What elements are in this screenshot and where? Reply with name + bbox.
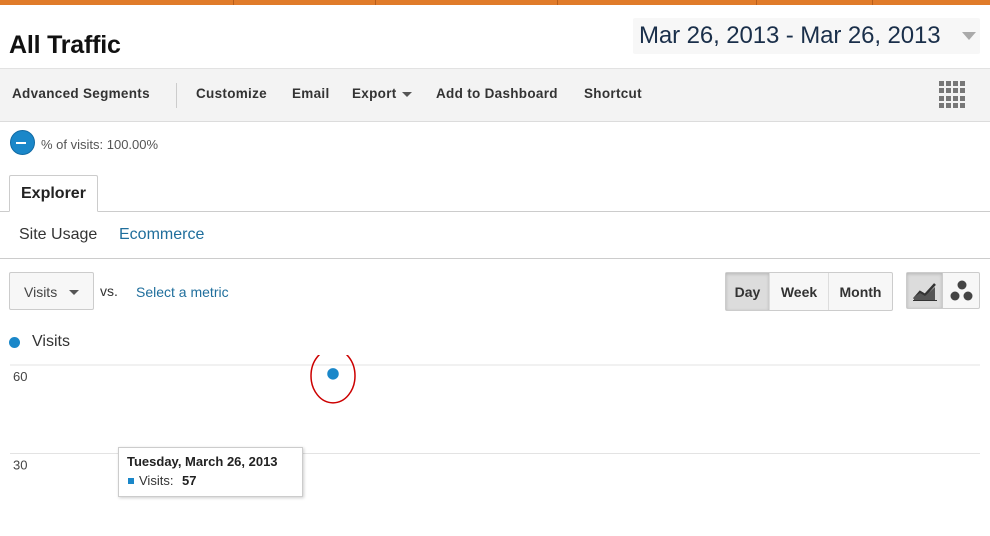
date-range-text: Mar 26, 2013 - Mar 26, 2013 [639,22,941,49]
add-to-dashboard-button[interactable]: Add to Dashboard [436,86,558,101]
pie-chart-icon [10,130,35,155]
legend-series-marker [9,337,20,348]
week-button[interactable]: Week [770,273,829,310]
day-button[interactable]: Day [726,273,770,310]
page-title: All Traffic [9,31,121,59]
top-tab-edge [872,0,873,5]
subtab-ecommerce[interactable]: Ecommerce [119,226,204,244]
tabs-divider [0,211,990,212]
shortcut-button[interactable]: Shortcut [584,86,642,101]
tooltip-label: Visits: [139,473,174,488]
tooltip-value: 57 [182,473,197,488]
metric-dropdown[interactable]: Visits [9,272,94,310]
report-toolbar: Advanced Segments Customize Email Export… [0,68,990,122]
caret-down-icon [401,91,412,97]
top-accent-bar [0,0,990,5]
chart-tooltip: Tuesday, March 26, 2013 Visits: 57 [118,447,303,497]
line-chart-icon [912,282,937,301]
chevron-down-icon [962,32,976,40]
subtab-site-usage[interactable]: Site Usage [19,226,97,244]
data-point-visits [325,366,341,382]
month-button[interactable]: Month [829,273,892,310]
tab-explorer-label: Explorer [21,185,86,202]
y-tick-label: 30 [13,458,27,473]
select-metric-link[interactable]: Select a metric [136,284,229,300]
export-label: Export [352,86,397,101]
toolbar-divider [176,83,177,108]
top-tab-edge [375,0,376,5]
period-selector: Day Week Month [725,272,893,311]
email-button[interactable]: Email [292,86,330,101]
legend-series-label: Visits [32,333,70,350]
customize-button[interactable]: Customize [196,86,267,101]
tooltip-series-marker [128,478,134,484]
chart-type-selector [906,272,980,309]
motion-chart-button[interactable] [943,273,979,308]
advanced-segments-button[interactable]: Advanced Segments [12,86,150,101]
tooltip-date: Tuesday, March 26, 2013 [127,454,278,469]
line-chart-button[interactable] [907,273,944,308]
top-tab-edge [233,0,234,5]
top-tab-edge [756,0,757,5]
visits-chart: 30 60 [10,355,980,473]
tab-explorer[interactable]: Explorer [9,175,98,212]
export-button[interactable]: Export [352,86,412,101]
controls-divider [0,258,990,259]
segment-percent-text: % of visits: 100.00% [41,137,159,152]
apps-grid-icon[interactable] [939,81,966,108]
metric-dropdown-label: Visits [24,284,58,300]
motion-chart-icon [950,280,973,300]
caret-down-icon [69,290,79,295]
date-range-picker[interactable]: Mar 26, 2013 - Mar 26, 2013 [633,18,980,54]
top-tab-edge [557,0,558,5]
y-tick-label: 60 [13,369,27,384]
vs-label: vs. [100,283,118,299]
